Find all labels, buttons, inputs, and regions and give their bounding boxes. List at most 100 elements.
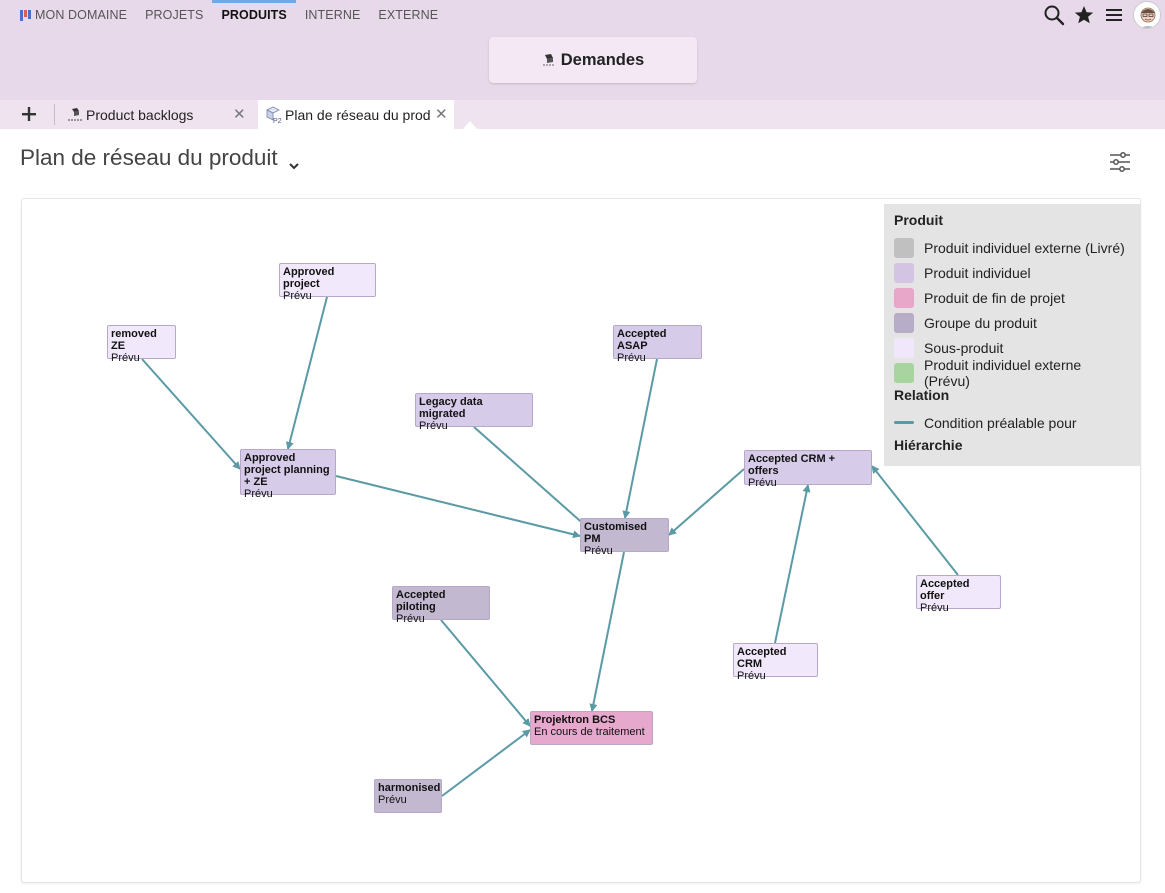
- graph-node-harmonised[interactable]: harmonised Prévu: [374, 779, 442, 813]
- legend: Produit Produit individuel externe (Livr…: [884, 204, 1140, 466]
- node-name: Legacy data migrated: [419, 396, 483, 420]
- node-name: Customised PM: [584, 521, 647, 545]
- nav-item-label: EXTERNE: [378, 8, 439, 22]
- node-status: Prévu: [283, 290, 312, 302]
- legend-heading-hierarchie: Hiérarchie: [894, 437, 963, 453]
- legend-item: Produit individuel externe (Prévu): [894, 357, 1130, 389]
- graph-node-accepted-piloting[interactable]: Accepted piloting Prévu: [392, 586, 490, 625]
- legend-item: Produit individuel: [894, 260, 1130, 285]
- legend-swatch: [894, 262, 914, 283]
- legend-swatch: [894, 337, 914, 358]
- graph-node-approved-planning[interactable]: Approved project planning + ZE Prévu: [240, 449, 336, 500]
- edge-accepted-crm-offers-to-customised-pm: [668, 468, 745, 536]
- nav-item-label: PROJETS: [145, 8, 204, 22]
- node-name: Accepted CRM: [737, 646, 787, 670]
- nav-item-projets[interactable]: PROJETS: [145, 0, 203, 30]
- legend-item: Groupe du produit: [894, 310, 1130, 335]
- node-status: Prévu: [617, 352, 646, 364]
- demandes-button[interactable]: Demandes: [489, 37, 697, 83]
- node-status: Prévu: [748, 477, 777, 489]
- top-icons: [1043, 0, 1165, 30]
- active-tab-notch: [463, 121, 477, 129]
- graph-node-removed-ze[interactable]: removed ZE Prévu: [107, 325, 176, 364]
- requests-icon: [542, 53, 556, 67]
- edge-harmonised-to-projektron-bcs: [441, 729, 531, 797]
- node-name: Accepted ASAP: [617, 328, 667, 352]
- legend-swatch: [894, 362, 914, 383]
- legend-label: Sous-produit: [924, 339, 1004, 356]
- nav-item-label: MON DOMAINE: [35, 8, 128, 22]
- node-status: Prévu: [378, 794, 407, 806]
- graph-node-customised-pm[interactable]: Customised PM Prévu: [580, 518, 669, 557]
- node-status: Prévu: [419, 420, 448, 432]
- node-name: Accepted CRM + offers: [748, 453, 836, 477]
- nav-item-label: PRODUITS: [221, 8, 287, 22]
- add-tab-icon[interactable]: [18, 103, 40, 125]
- graph-node-legacy-data[interactable]: Legacy data migrated Prévu: [415, 393, 533, 432]
- graph-node-projektron-bcs[interactable]: Projektron BCS En cours de traitement: [530, 711, 653, 745]
- network-plan-icon: P2: [264, 106, 284, 125]
- node-status: Prévu: [737, 670, 766, 682]
- edge-removed-ze-to-approved-planning: [141, 358, 241, 470]
- legend-swatch: [894, 237, 914, 258]
- demandes-label: Demandes: [560, 50, 645, 69]
- edge-approved-project-to-approved-planning: [285, 296, 328, 450]
- close-tab-icon[interactable]: ✕: [233, 105, 246, 123]
- edge-accepted-asap-to-customised-pm: [622, 358, 658, 519]
- edge-legacy-data-to-customised-pm: [473, 426, 597, 536]
- nav-item-label: INTERNE: [304, 8, 361, 22]
- node-status: En cours de traitement: [534, 726, 645, 738]
- chevron-down-icon[interactable]: [288, 152, 300, 170]
- node-name: removed ZE: [111, 328, 157, 352]
- top-bar: MON DOMAINE PROJETS PRODUITS INTERNE EXT…: [0, 0, 1165, 100]
- nav-item-interne[interactable]: INTERNE: [305, 0, 361, 30]
- node-status: Prévu: [244, 488, 273, 500]
- page-title[interactable]: Plan de réseau du produit: [20, 145, 300, 171]
- close-tab-icon[interactable]: ✕: [435, 105, 448, 123]
- legend-label: Produit individuel externe (Prévu): [924, 356, 1082, 389]
- legend-swatch: [894, 312, 914, 333]
- edge-customised-pm-to-projektron-bcs: [589, 551, 625, 712]
- node-status: Prévu: [584, 545, 613, 557]
- node-name: Approved project: [283, 266, 335, 290]
- graph-node-accepted-asap[interactable]: Accepted ASAP Prévu: [613, 325, 702, 364]
- menu-icon[interactable]: [1103, 4, 1125, 26]
- legend-item: Produit individuel externe (Livré): [894, 235, 1130, 260]
- user-avatar[interactable]: [1133, 1, 1161, 29]
- settings-sliders-icon[interactable]: [1108, 150, 1132, 174]
- main-nav: MON DOMAINE PROJETS PRODUITS INTERNE EXT…: [0, 0, 456, 30]
- graph-node-accepted-crm-offers[interactable]: Accepted CRM + offers Prévu: [744, 450, 872, 489]
- legend-heading-relation: Relation: [894, 387, 950, 403]
- node-name: Approved project planning + ZE: [244, 452, 330, 488]
- edge-accepted-crm-to-accepted-crm-offers: [774, 484, 811, 644]
- tab-label: Plan de réseau du produit: [285, 106, 430, 123]
- tab-plan-reseau[interactable]: P2 Plan de réseau du produit ✕: [258, 100, 454, 129]
- legend-label: Produit de fin de projet: [924, 289, 1065, 306]
- node-status: Prévu: [396, 613, 425, 625]
- legend-heading-produit: Produit: [894, 212, 943, 228]
- legend-relation-item: Condition préalable pour: [894, 410, 1130, 435]
- legend-swatch: [894, 287, 914, 308]
- legend-label: Groupe du produit: [924, 314, 1037, 331]
- tab-label: Product backlogs: [86, 106, 194, 123]
- star-icon[interactable]: [1073, 4, 1095, 26]
- edge-accepted-offer-to-accepted-crm-offers: [871, 465, 959, 576]
- legend-item: Produit de fin de projet: [894, 285, 1130, 310]
- node-name: Projektron BCS: [534, 714, 616, 726]
- tab-product-backlogs[interactable]: Product backlogs ✕: [62, 100, 256, 129]
- svg-text:P2: P2: [273, 118, 282, 124]
- tab-divider: [54, 104, 55, 125]
- nav-item-externe[interactable]: EXTERNE: [378, 0, 438, 30]
- graph-node-accepted-crm[interactable]: Accepted CRM Prévu: [733, 643, 818, 682]
- legend-label: Condition préalable pour: [924, 414, 1077, 431]
- nav-item-mon-domaine[interactable]: MON DOMAINE: [20, 0, 127, 30]
- search-icon[interactable]: [1043, 4, 1065, 26]
- nav-item-produits[interactable]: PRODUITS: [212, 0, 297, 30]
- backlog-icon: [66, 107, 84, 123]
- tab-bar: Product backlogs ✕ P2 Plan de réseau du …: [0, 100, 1165, 129]
- node-name: harmonised: [378, 782, 441, 794]
- graph-node-accepted-offer[interactable]: Accepted offer Prévu: [916, 575, 1001, 614]
- page-title-text: Plan de réseau du produit: [20, 145, 278, 170]
- edge-approved-planning-to-customised-pm: [335, 475, 581, 539]
- graph-node-approved-project[interactable]: Approved project Prévu: [279, 263, 376, 302]
